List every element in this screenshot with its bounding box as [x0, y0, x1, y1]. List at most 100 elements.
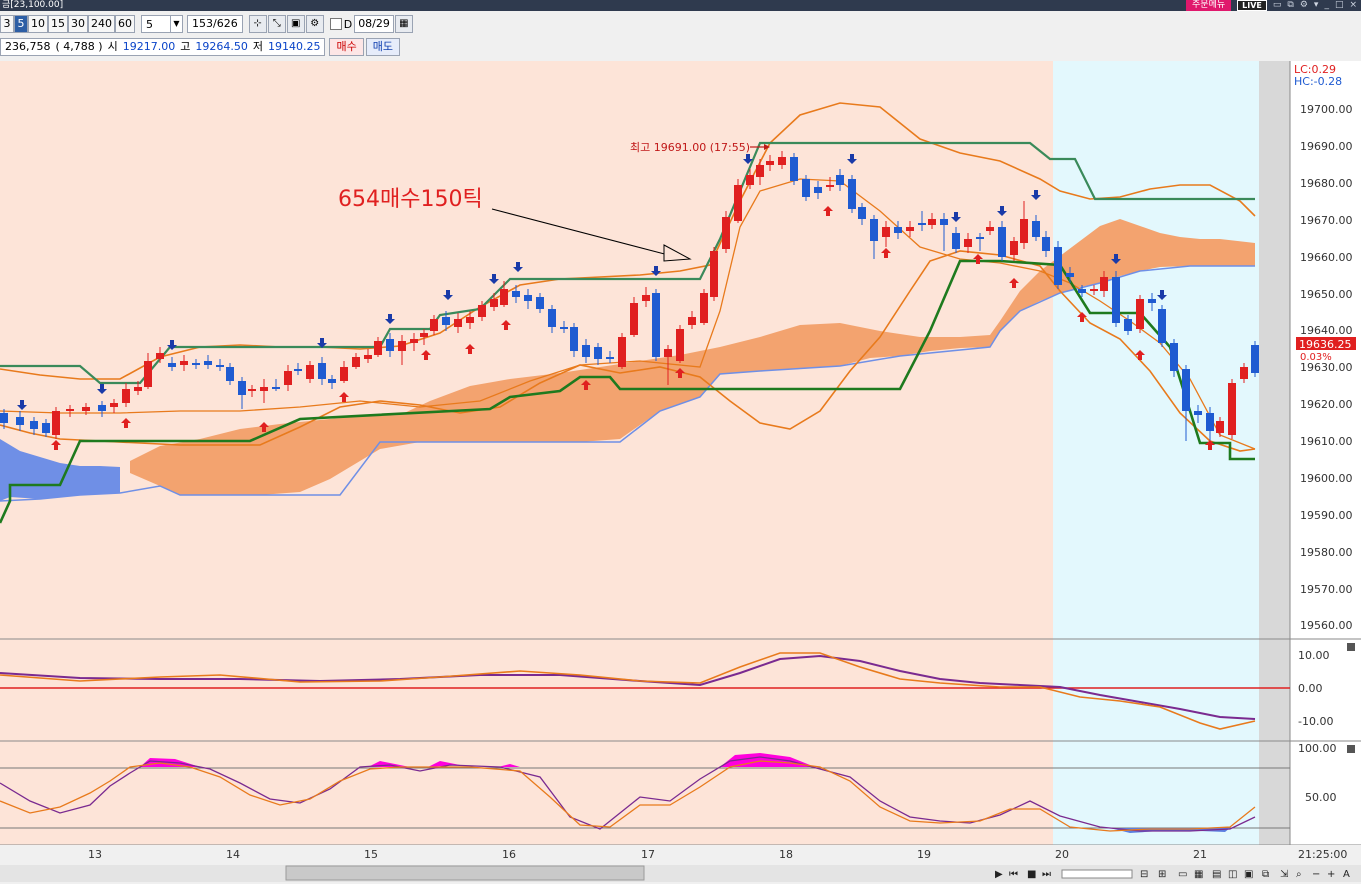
- candle-body: [386, 339, 394, 351]
- candle-body: [466, 317, 474, 323]
- window-copy-icon[interactable]: ⧉: [1287, 0, 1293, 11]
- candle-body: [870, 219, 878, 241]
- osc-tick: -10.00: [1298, 715, 1333, 728]
- candle-body: [98, 405, 106, 411]
- candle-body: [986, 227, 994, 231]
- price-tick: 19590.00: [1300, 509, 1353, 522]
- minimize-icon[interactable]: _: [1324, 0, 1329, 11]
- price-tick: 19700.00: [1300, 103, 1353, 116]
- window-tile-icon[interactable]: ▭: [1273, 0, 1282, 11]
- candle-body: [906, 227, 914, 231]
- candle-body: [260, 387, 268, 391]
- buy-button[interactable]: 매수: [329, 38, 364, 56]
- timeframe-button[interactable]: 240: [88, 15, 115, 33]
- candle-body: [1032, 221, 1040, 237]
- zoom-icon[interactable]: ⤡: [267, 15, 286, 33]
- candle-body: [478, 305, 486, 317]
- stoch-tick: 100.00: [1298, 742, 1337, 755]
- plus-icon[interactable]: +: [1327, 869, 1335, 880]
- osc-tick: 0.00: [1298, 682, 1323, 695]
- copy-icon[interactable]: ⧉: [1262, 869, 1269, 880]
- candle-body: [952, 233, 960, 249]
- candle-body: [272, 387, 280, 389]
- high-label: 고: [180, 40, 191, 53]
- annotation-text: 654매수150틱: [338, 187, 483, 212]
- step-forward-icon[interactable]: ⏭: [1042, 869, 1051, 880]
- crosshair-icon[interactable]: ⊹: [248, 15, 267, 33]
- timeframe-button[interactable]: 3: [0, 15, 14, 33]
- quote-bar: 236,758 ( 4,788 ) 시 19217.00 고 19264.50 …: [0, 37, 1361, 57]
- candle-body: [110, 403, 118, 407]
- candle-body: [156, 353, 164, 359]
- candle-body: [734, 185, 742, 221]
- gear-icon[interactable]: ⚙: [305, 15, 324, 33]
- live-badge[interactable]: LIVE: [1237, 0, 1267, 11]
- print-icon[interactable]: ▣: [1244, 869, 1253, 880]
- price-tick: 19600.00: [1300, 472, 1353, 485]
- candle-body: [1240, 367, 1248, 379]
- candle-body: [306, 365, 314, 379]
- candle-body: [766, 161, 774, 165]
- current-time: 21:25:00: [1298, 848, 1347, 861]
- candle-body: [618, 337, 626, 367]
- search-icon[interactable]: ⌕: [1296, 869, 1302, 880]
- timeframe-button[interactable]: 5: [14, 15, 28, 33]
- stop-icon[interactable]: ■: [1027, 869, 1036, 880]
- export-icon[interactable]: ⇲: [1280, 869, 1289, 880]
- candle-body: [1194, 411, 1202, 415]
- zoom-in-icon[interactable]: ⊞: [1158, 869, 1166, 880]
- sell-button[interactable]: 매도: [365, 38, 400, 56]
- play-icon[interactable]: ▶: [995, 869, 1003, 880]
- candle-body: [318, 363, 326, 379]
- pane-close-icon[interactable]: [1347, 643, 1355, 651]
- scrollbar-thumb[interactable]: [285, 865, 645, 881]
- zoom-out-icon[interactable]: ⊟: [1140, 869, 1148, 880]
- candle-body: [1112, 277, 1120, 323]
- candle-body: [642, 295, 650, 301]
- window-menu-icon[interactable]: ▾: [1314, 0, 1319, 11]
- candle-body: [1228, 383, 1236, 435]
- speed-slider[interactable]: [1061, 869, 1133, 879]
- chart-toolbar: 3 5 10 15 30 240 60 5 ▼ 153/626 ⊹ ⤡ ▣ ⚙ D…: [0, 13, 1361, 35]
- candle-body: [814, 187, 822, 193]
- chevron-down-icon[interactable]: ▼: [170, 16, 182, 32]
- date-checkbox[interactable]: [329, 18, 342, 30]
- order-menu-button[interactable]: 주문메뉴: [1186, 0, 1232, 11]
- candle-body: [328, 379, 336, 383]
- candle-body: [216, 365, 224, 367]
- maximize-icon[interactable]: □: [1335, 0, 1344, 11]
- window-settings-icon[interactable]: ⚙: [1300, 0, 1308, 11]
- save-icon[interactable]: ▣: [286, 15, 305, 33]
- timeframe-button[interactable]: 30: [68, 15, 88, 33]
- candle-body: [964, 239, 972, 247]
- pane-close-icon[interactable]: [1347, 745, 1355, 753]
- timeframe-button[interactable]: 15: [48, 15, 68, 33]
- close-icon[interactable]: ×: [1349, 0, 1357, 11]
- scrollbar-track[interactable]: [0, 865, 1361, 882]
- candle-body: [1206, 413, 1214, 431]
- timeframe-button[interactable]: 60: [115, 15, 135, 33]
- time-tick: 15: [364, 848, 378, 861]
- time-tick: 14: [226, 848, 240, 861]
- compare-icon[interactable]: ◫: [1228, 869, 1237, 880]
- bar-count-field[interactable]: 153/626: [187, 15, 243, 33]
- candle-body: [294, 369, 302, 371]
- candle-body: [570, 327, 578, 351]
- time-tick: 18: [779, 848, 793, 861]
- grid-icon[interactable]: ▦: [1194, 869, 1203, 880]
- fit-icon[interactable]: ▭: [1178, 869, 1187, 880]
- timeframe-button[interactable]: 10: [28, 15, 48, 33]
- calendar-icon[interactable]: ▦: [394, 15, 413, 33]
- date-field[interactable]: 08/29: [354, 15, 394, 33]
- high-value: 19264.50: [195, 40, 248, 53]
- font-size-icon[interactable]: A: [1343, 869, 1350, 880]
- candle-body: [180, 361, 188, 365]
- step-back-icon[interactable]: ⏮: [1009, 869, 1018, 880]
- minus-icon[interactable]: −: [1312, 869, 1320, 880]
- price-tick: 19680.00: [1300, 177, 1353, 190]
- price-tick: 19610.00: [1300, 435, 1353, 448]
- interval-select[interactable]: 5 ▼: [141, 15, 183, 33]
- candle-body: [1170, 343, 1178, 371]
- layout-icon[interactable]: ▤: [1212, 869, 1221, 880]
- price-chart[interactable]: 654매수150틱 최고 19691.00 (17:55) 19700.00 1…: [0, 61, 1361, 884]
